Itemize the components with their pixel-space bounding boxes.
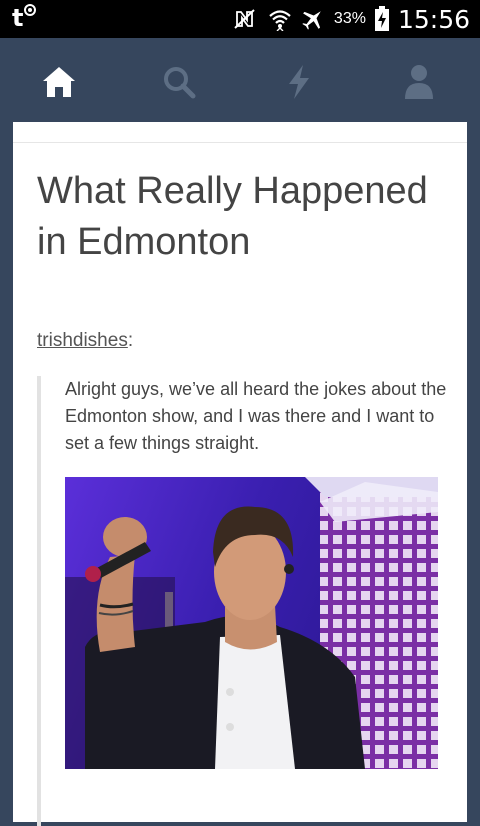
wifi-icon (268, 7, 292, 31)
system-icons: 33% 15:56 (234, 0, 470, 38)
nav-home[interactable] (37, 60, 81, 104)
blockquote-bar (37, 376, 41, 826)
battery-percent: 33% (333, 10, 366, 27)
divider (13, 142, 467, 143)
nfc-icon (234, 8, 260, 30)
clock: 15:56 (397, 4, 470, 34)
battery-charging-icon (374, 6, 390, 32)
post-author: trishdishes: (37, 330, 133, 352)
notification-area: t (12, 4, 37, 32)
home-icon (43, 67, 75, 97)
post-title: What Really Happened in Edmonton (37, 170, 428, 263)
author-colon: : (127, 330, 134, 351)
nav-activity[interactable] (277, 60, 321, 104)
nav-search[interactable] (157, 60, 201, 104)
tumblr-notification-icon: t (12, 4, 24, 32)
author-link[interactable]: trishdishes (37, 330, 128, 351)
activity-lightning-icon (289, 65, 309, 99)
account-icon (405, 65, 433, 99)
post-card: What Really Happened in Edmonton trishdi… (13, 122, 467, 826)
tumblr-navbar (0, 38, 480, 122)
search-icon (164, 67, 196, 99)
quote-text: Alright guys, we’ve all heard the jokes … (65, 379, 447, 453)
concert-photo[interactable] (65, 477, 438, 769)
status-bar: t 33% 15:56 (0, 0, 480, 38)
airplane-mode-icon (300, 6, 326, 32)
notification-dot-icon (24, 4, 37, 16)
nav-account[interactable] (397, 60, 441, 104)
